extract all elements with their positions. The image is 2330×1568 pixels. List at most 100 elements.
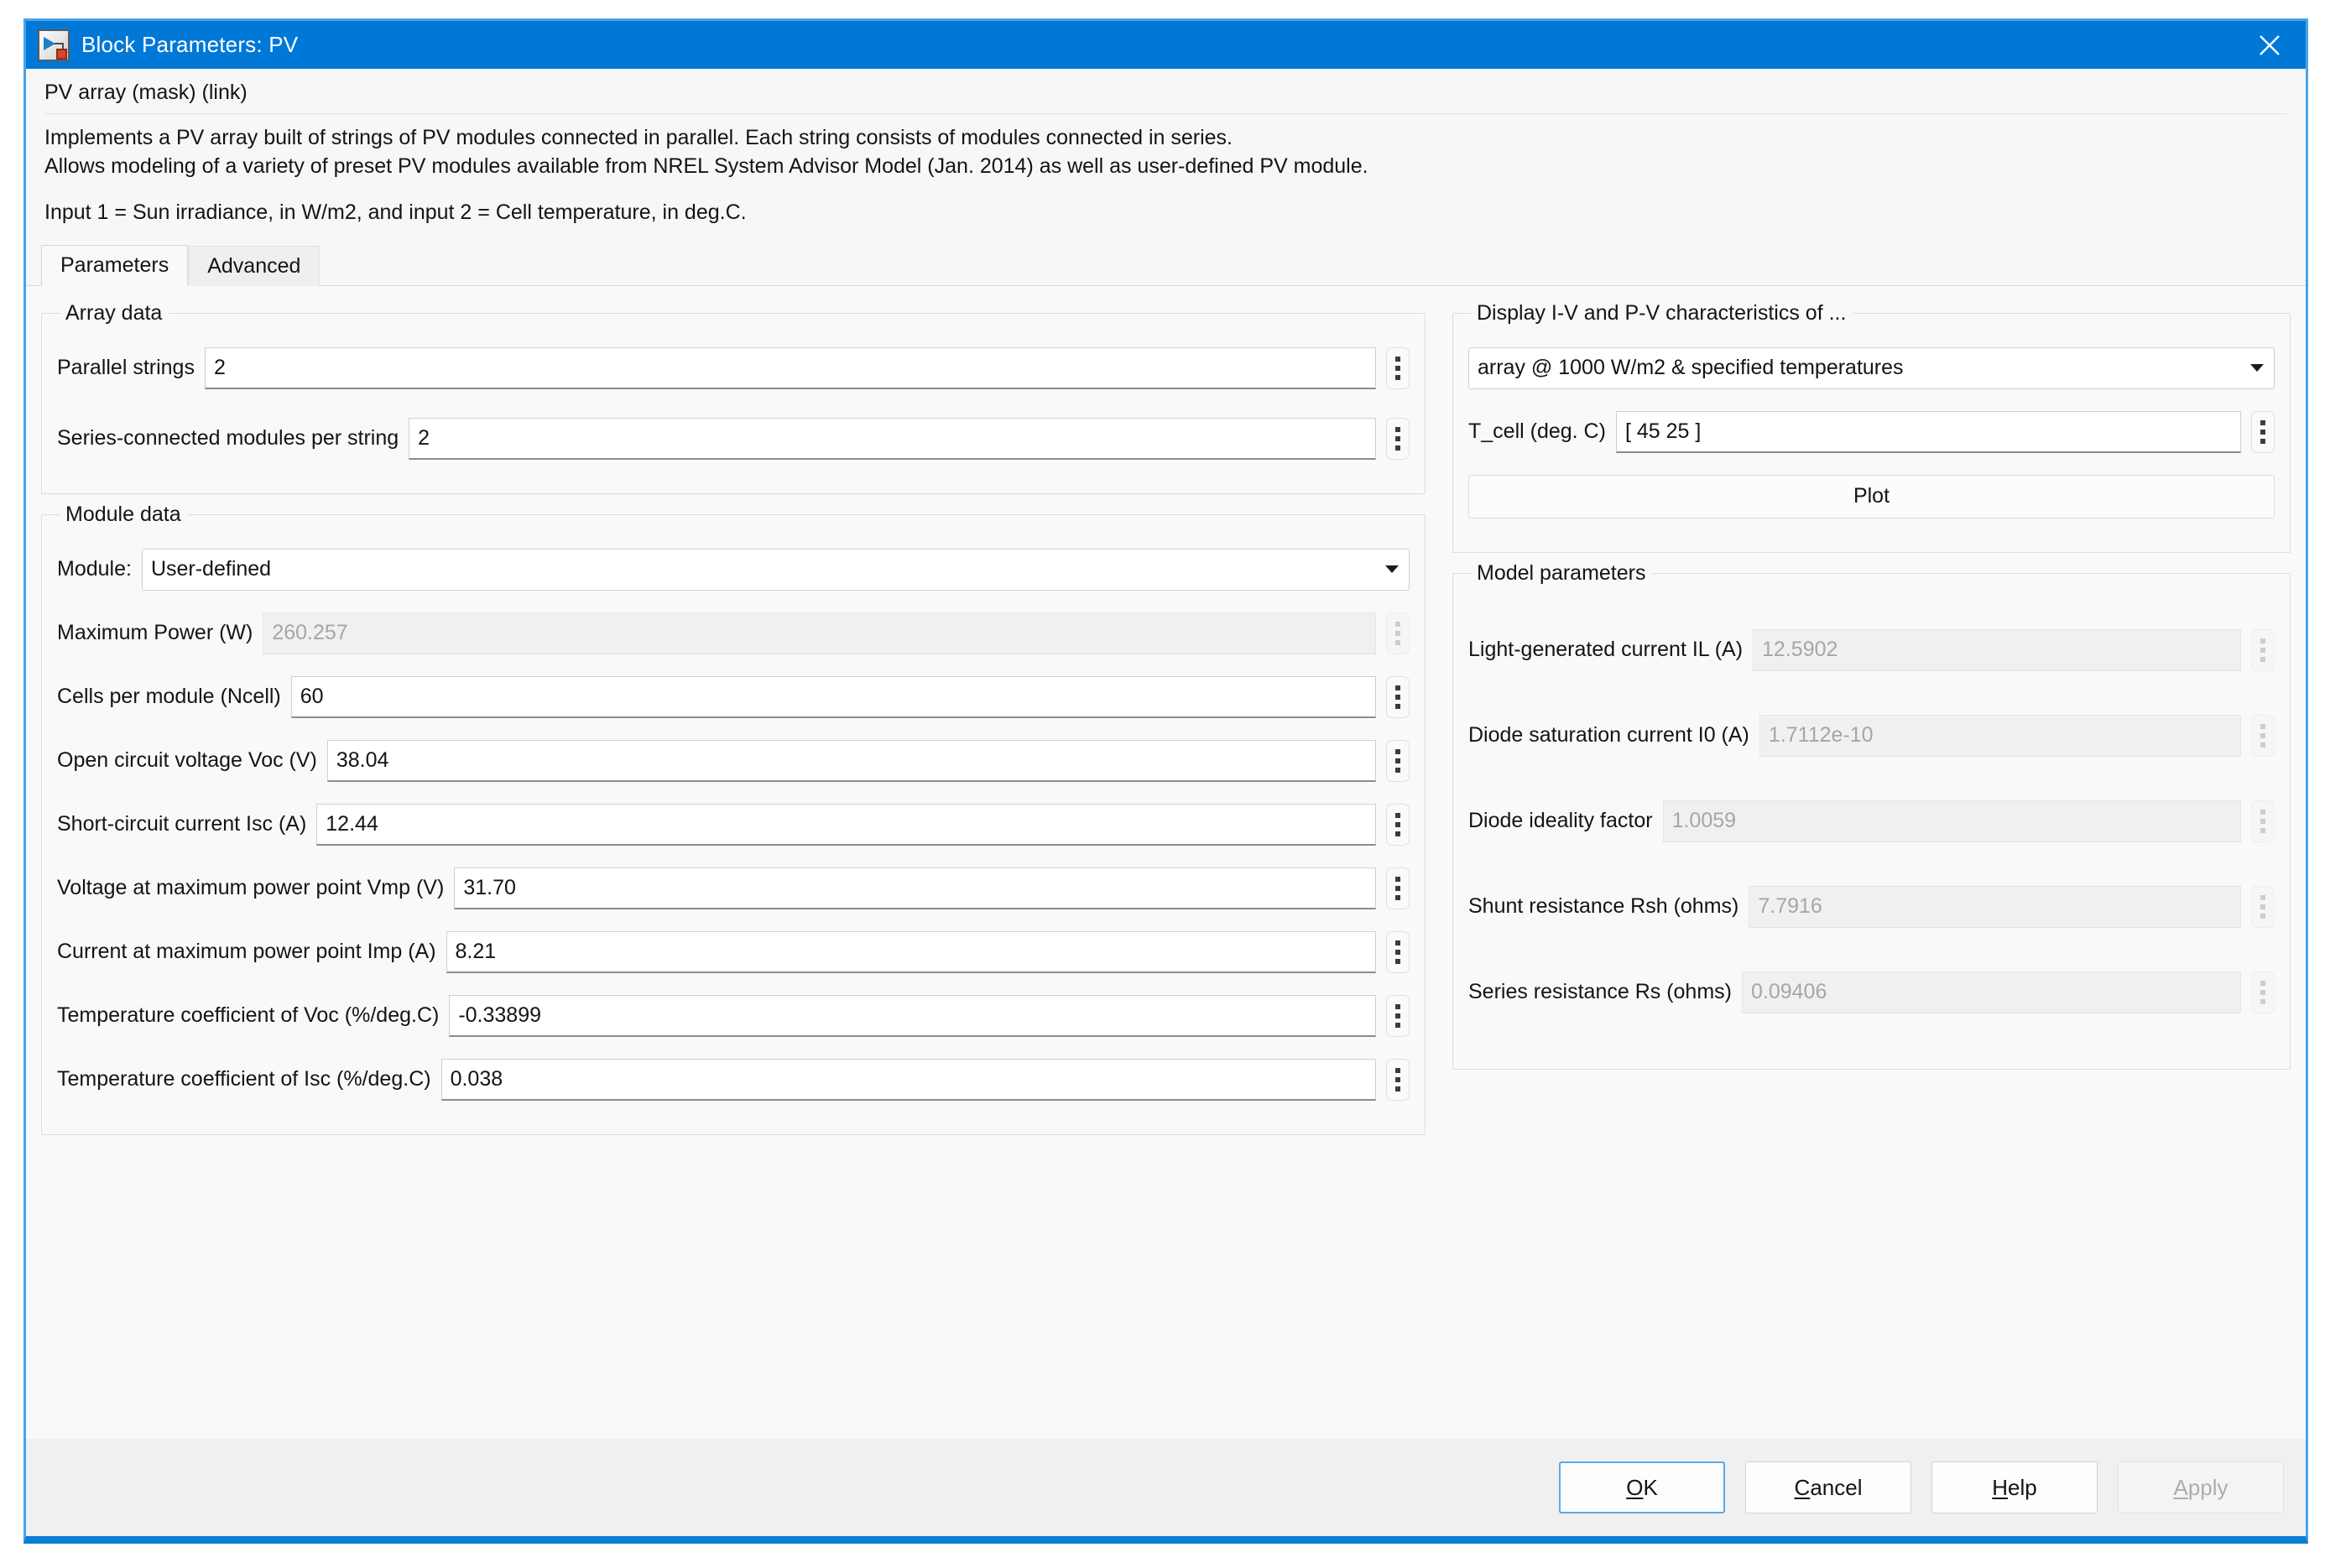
label-series-resistance: Series resistance Rs (ohms) — [1468, 980, 1742, 1004]
cancel-label-rest: ancel — [1810, 1475, 1862, 1500]
field-row-imp: Current at maximum power point Imp (A) 8… — [57, 931, 1410, 973]
input-current-max-power-point[interactable]: 8.21 — [446, 931, 1376, 973]
field-row-series-resistance: Series resistance Rs (ohms) 0.09406 — [1468, 972, 2275, 1013]
label-diode-ideality-factor: Diode ideality factor — [1468, 809, 1663, 833]
input-series-resistance: 0.09406 — [1742, 972, 2241, 1013]
vertical-ellipsis-icon — [2251, 886, 2275, 928]
vertical-ellipsis-icon[interactable] — [1386, 931, 1410, 973]
field-row-module-select: Module: User-defined — [57, 549, 1410, 591]
input-maximum-power: 260.257 — [263, 612, 1376, 654]
mask-type-label: PV array (mask) (link) — [44, 81, 2287, 113]
tab-strip: Parameters Advanced — [26, 232, 2306, 286]
simulink-block-icon — [38, 29, 70, 61]
apply-mnemonic: A — [2173, 1475, 2187, 1500]
label-shunt-resistance: Shunt resistance Rsh (ohms) — [1468, 894, 1749, 919]
label-parallel-strings: Parallel strings — [57, 356, 205, 380]
vertical-ellipsis-icon — [2251, 629, 2275, 671]
description-line-2: Allows modeling of a variety of preset P… — [44, 153, 2287, 181]
label-module: Module: — [57, 557, 142, 581]
label-temp-coefficient-voc: Temperature coefficient of Voc (%/deg.C) — [57, 1003, 449, 1028]
input-shunt-resistance: 7.7916 — [1749, 886, 2241, 928]
vertical-ellipsis-icon[interactable] — [1386, 995, 1410, 1037]
label-light-generated-current: Light-generated current IL (A) — [1468, 638, 1753, 662]
vertical-ellipsis-icon[interactable] — [2251, 411, 2275, 453]
help-button[interactable]: Help — [1931, 1461, 2098, 1513]
input-temp-coefficient-isc[interactable]: 0.038 — [441, 1059, 1376, 1101]
vertical-ellipsis-icon[interactable] — [1386, 804, 1410, 846]
vertical-ellipsis-icon — [2251, 800, 2275, 842]
field-row-parallel-strings: Parallel strings 2 — [57, 347, 1410, 389]
block-parameters-dialog: Block Parameters: PV PV array (mask) (li… — [23, 18, 2308, 1544]
dropdown-display-characteristics[interactable]: array @ 1000 W/m2 & specified temperatur… — [1468, 347, 2275, 389]
vertical-ellipsis-icon — [2251, 715, 2275, 757]
module-data-group: Module data Module: User-defined Maximum… — [41, 503, 1426, 1135]
dropdown-module[interactable]: User-defined — [142, 549, 1410, 591]
dropdown-module-value: User-defined — [151, 557, 271, 581]
field-row-temp-coeff-isc: Temperature coefficient of Isc (%/deg.C)… — [57, 1059, 1410, 1101]
input-tcell[interactable]: [ 45 25 ] — [1616, 411, 2241, 453]
dialog-footer: OK Cancel Help Apply — [26, 1439, 2306, 1536]
field-row-tcell: T_cell (deg. C) [ 45 25 ] — [1468, 411, 2275, 453]
field-row-display-option: array @ 1000 W/m2 & specified temperatur… — [1468, 347, 2275, 389]
ok-label-rest: K — [1643, 1475, 1657, 1500]
input-open-circuit-voltage[interactable]: 38.04 — [327, 740, 1376, 782]
left-column: Array data Parallel strings 2 Series-con… — [41, 293, 1426, 1440]
chevron-down-icon — [2250, 364, 2264, 372]
description-spacer — [44, 180, 2287, 199]
description-input-note: Input 1 = Sun irradiance, in W/m2, and i… — [44, 199, 2287, 227]
dialog-body: Array data Parallel strings 2 Series-con… — [26, 286, 2306, 1440]
input-parallel-strings[interactable]: 2 — [205, 347, 1376, 389]
close-icon[interactable] — [2234, 21, 2306, 69]
label-cells-per-module: Cells per module (Ncell) — [57, 685, 291, 709]
ok-mnemonic: O — [1626, 1475, 1643, 1500]
label-series-modules: Series-connected modules per string — [57, 426, 409, 451]
help-mnemonic: H — [1992, 1475, 2008, 1500]
field-row-cells-per-module: Cells per module (Ncell) 60 — [57, 676, 1410, 718]
vertical-ellipsis-icon[interactable] — [1386, 418, 1410, 460]
input-diode-ideality-factor: 1.0059 — [1663, 800, 2241, 842]
vertical-ellipsis-icon — [1386, 612, 1410, 654]
tab-advanced[interactable]: Advanced — [188, 246, 320, 286]
module-data-legend: Module data — [60, 503, 188, 527]
tab-parameters[interactable]: Parameters — [41, 245, 188, 286]
field-row-isc: Short-circuit current Isc (A) 12.44 — [57, 804, 1410, 846]
input-voltage-max-power-point[interactable]: 31.70 — [454, 867, 1376, 909]
vertical-ellipsis-icon[interactable] — [1386, 676, 1410, 718]
vertical-ellipsis-icon[interactable] — [1386, 347, 1410, 389]
array-data-legend: Array data — [60, 301, 169, 326]
input-short-circuit-current[interactable]: 12.44 — [316, 804, 1376, 846]
window-title: Block Parameters: PV — [81, 32, 298, 58]
field-row-diode-ideality-factor: Diode ideality factor 1.0059 — [1468, 800, 2275, 842]
input-cells-per-module[interactable]: 60 — [291, 676, 1376, 718]
apply-label-rest: pply — [2188, 1475, 2228, 1500]
label-maximum-power: Maximum Power (W) — [57, 621, 263, 645]
field-row-shunt-resistance: Shunt resistance Rsh (ohms) 7.7916 — [1468, 886, 2275, 928]
description-block: PV array (mask) (link) Implements a PV a… — [26, 69, 2306, 232]
cancel-mnemonic: C — [1795, 1475, 1811, 1500]
vertical-ellipsis-icon[interactable] — [1386, 1059, 1410, 1101]
field-row-maximum-power: Maximum Power (W) 260.257 — [57, 612, 1410, 654]
dropdown-display-value: array @ 1000 W/m2 & specified temperatur… — [1478, 356, 1904, 380]
display-characteristics-group: Display I-V and P-V characteristics of .… — [1452, 301, 2291, 553]
field-row-diode-saturation-current: Diode saturation current I0 (A) 1.7112e-… — [1468, 715, 2275, 757]
label-diode-saturation-current: Diode saturation current I0 (A) — [1468, 723, 1759, 748]
plot-button[interactable]: Plot — [1468, 475, 2275, 518]
right-column: Display I-V and P-V characteristics of .… — [1452, 293, 2291, 1440]
field-row-series-modules: Series-connected modules per string 2 — [57, 418, 1410, 460]
label-short-circuit-current: Short-circuit current Isc (A) — [57, 812, 316, 836]
array-data-group: Array data Parallel strings 2 Series-con… — [41, 301, 1426, 494]
vertical-ellipsis-icon[interactable] — [1386, 740, 1410, 782]
ok-button[interactable]: OK — [1559, 1461, 1725, 1513]
chevron-down-icon — [1385, 565, 1399, 573]
vertical-ellipsis-icon — [2251, 972, 2275, 1013]
input-series-modules[interactable]: 2 — [409, 418, 1376, 460]
vertical-ellipsis-icon[interactable] — [1386, 867, 1410, 909]
cancel-button[interactable]: Cancel — [1745, 1461, 1911, 1513]
field-row-light-generated-current: Light-generated current IL (A) 12.5902 — [1468, 629, 2275, 671]
apply-button: Apply — [2118, 1461, 2284, 1513]
description-line-1: Implements a PV array built of strings o… — [44, 124, 2287, 153]
label-voltage-max-power-point: Voltage at maximum power point Vmp (V) — [57, 876, 454, 900]
field-row-temp-coeff-voc: Temperature coefficient of Voc (%/deg.C)… — [57, 995, 1410, 1037]
label-temp-coefficient-isc: Temperature coefficient of Isc (%/deg.C) — [57, 1067, 441, 1091]
input-temp-coefficient-voc[interactable]: -0.33899 — [449, 995, 1376, 1037]
